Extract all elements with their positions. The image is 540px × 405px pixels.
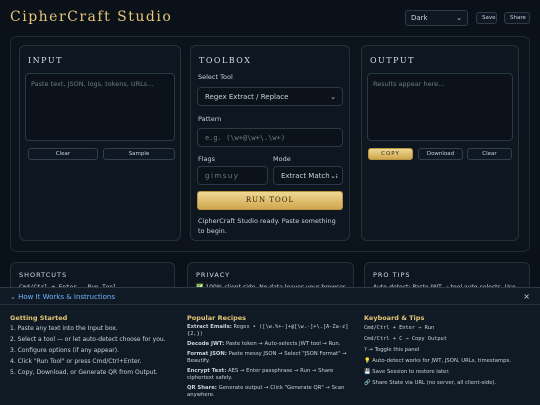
how-it-works-title: How It Works & Instructions [18,293,116,301]
flags-placeholder: gimsuy [205,172,240,180]
chevron-down-icon: ⌄ [456,14,462,22]
app-logo: CipherCraft Studio [10,9,173,25]
input-panel: INPUT Paste text, JSON, logs, tokens, UR… [19,45,181,241]
pattern-placeholder: e.g. (\w+@\w+\.\w+) [205,134,286,142]
recipe-name: Encrypt Text: [187,368,227,374]
shortcuts-title: SHORTCUTS [19,271,68,279]
flags-input[interactable]: gimsuy [197,166,268,185]
close-icon[interactable]: × [523,292,530,301]
toolbox-title: TOOLBOX [199,56,252,65]
top-bar: CipherCraft Studio Dark ⌄ Save Share [0,0,540,34]
output-textarea[interactable]: Results appear here... [367,73,513,141]
tip-item: 🔗 Share State via URL (no server, all cl… [364,380,497,386]
recipes-title: Popular Recipes [187,314,247,322]
how-it-works-panel: ⌄ How It Works & Instructions × Getting … [0,287,540,405]
recipe-name: Extract Emails: [187,324,232,330]
select-tool-label: Select Tool [198,73,233,81]
recipe-item: Format JSON: Paste messy JSON → Select "… [187,351,357,365]
output-panel: OUTPUT Results appear here... COPY Downl… [361,45,519,241]
mode-select[interactable]: Extract Matches ⌄ [273,166,343,185]
step-item: 1. Paste any text into the Input box. [10,325,118,332]
run-tool-button[interactable]: RUN TOOL [197,191,343,210]
recipe-item: Decode JWT: Paste token → Auto-selects J… [187,341,357,348]
step-item: 4. Click "Run Tool" or press Cmd/Ctrl+En… [10,358,142,365]
chevron-down-icon: ⌄ [329,172,336,180]
status-message: CipherCraft Studio ready. Paste somethin… [198,217,336,235]
step-item: 3. Configure options (if any appear). [10,347,119,354]
shortcut-item: Cmd/Ctrl + C → Copy Output [364,336,447,342]
shortcut-item: ? → Toggle this panel [364,347,420,353]
chevron-down-icon: ⌄ [330,93,336,101]
input-title: INPUT [28,56,63,65]
tool-select-value: Regex Extract / Replace [205,93,289,101]
keyboard-title: Keyboard & Tips [364,314,425,322]
divider [0,304,540,305]
chevron-down-icon: ⌄ [10,293,19,301]
flags-label: Flags [198,155,216,163]
recipe-text: Paste token → Auto-selects JWT tool → Ru… [225,341,341,347]
copy-button[interactable]: COPY [368,148,413,160]
theme-select[interactable]: Dark ⌄ [405,10,468,26]
recipe-name: Format JSON: [187,351,227,357]
theme-value: Dark [411,14,428,22]
step-item: 5. Copy, Download, or Generate QR from O… [10,369,158,376]
recipe-item: Extract Emails: Regex • ([\w.%+-]+@[\w.-… [187,324,357,338]
mode-label: Mode [273,155,291,163]
recipe-item: Encrypt Text: AES → Enter passphrase → R… [187,368,357,382]
privacy-title: PRIVACY [196,271,231,279]
recipe-item: QR Share: Generate output → Click "Gener… [187,385,357,399]
tip-item: 💡 Auto-detect works for JWT, JSON, URLs,… [364,358,511,364]
output-title: OUTPUT [370,56,415,65]
save-button[interactable]: Save [476,12,497,24]
output-placeholder: Results appear here... [373,80,445,88]
step-item: 2. Select a tool — or let auto-detect ch… [10,336,166,343]
input-placeholder: Paste text, JSON, logs, tokens, URLs... [31,80,154,88]
pattern-label: Pattern [198,115,222,123]
shortcut-item: Cmd/Ctrl + Enter → Run [364,325,435,331]
download-button[interactable]: Download [418,148,463,160]
tip-item: 💾 Save Session to restore later. [364,369,450,375]
sample-button[interactable]: Sample [103,148,175,160]
share-button[interactable]: Share [504,12,530,24]
how-it-works-toggle[interactable]: ⌄ How It Works & Instructions [10,293,115,301]
pro-tips-title: PRO TIPS [373,271,411,279]
output-clear-button[interactable]: Clear [467,148,512,160]
input-clear-button[interactable]: Clear [28,148,98,160]
recipe-name: QR Share: [187,385,217,391]
tool-select[interactable]: Regex Extract / Replace ⌄ [197,87,343,106]
getting-started-title: Getting Started [10,314,68,322]
recipe-name: Decode JWT: [187,341,225,347]
input-textarea[interactable]: Paste text, JSON, logs, tokens, URLs... [25,73,175,141]
pattern-input[interactable]: e.g. (\w+@\w+\.\w+) [197,128,343,147]
